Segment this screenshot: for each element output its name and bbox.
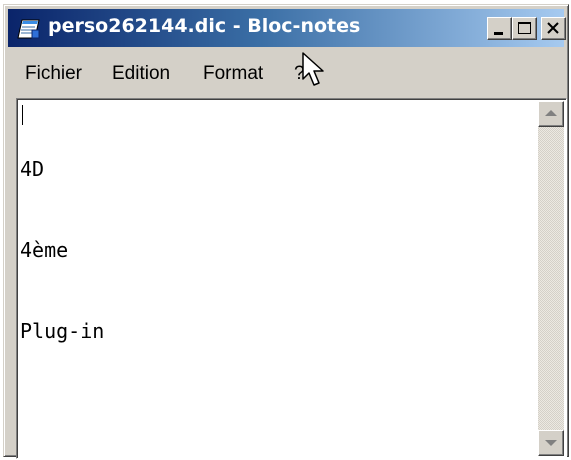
close-button[interactable] xyxy=(541,17,566,40)
text-editor[interactable]: 4D 4ème Plug-in xyxy=(16,98,567,459)
scroll-up-button[interactable] xyxy=(538,101,564,127)
text-line: 4ème xyxy=(20,238,69,262)
vertical-scrollbar[interactable] xyxy=(538,101,564,456)
menu-item-edition[interactable]: Edition xyxy=(112,63,170,85)
notepad-icon[interactable] xyxy=(17,18,41,40)
text-caret xyxy=(22,105,23,125)
notepad-window: perso262144.dic - Bloc-notes Fichier Edi… xyxy=(3,4,569,459)
text-line: 4D xyxy=(20,157,45,181)
menu-bar: Fichier Edition Format ? xyxy=(8,49,564,89)
text-line: Plug-in xyxy=(20,319,105,343)
mouse-pointer-icon xyxy=(302,52,328,93)
scroll-down-button[interactable] xyxy=(538,430,564,456)
minimize-button[interactable] xyxy=(487,17,512,40)
window-title: perso262144.dic - Bloc-notes xyxy=(48,15,361,37)
maximize-button[interactable] xyxy=(512,17,537,40)
menu-item-fichier[interactable]: Fichier xyxy=(25,63,82,85)
menu-item-format[interactable]: Format xyxy=(203,63,263,85)
editor-text[interactable]: 4D 4ème Plug-in xyxy=(20,102,104,399)
title-bar[interactable]: perso262144.dic - Bloc-notes xyxy=(8,9,566,47)
